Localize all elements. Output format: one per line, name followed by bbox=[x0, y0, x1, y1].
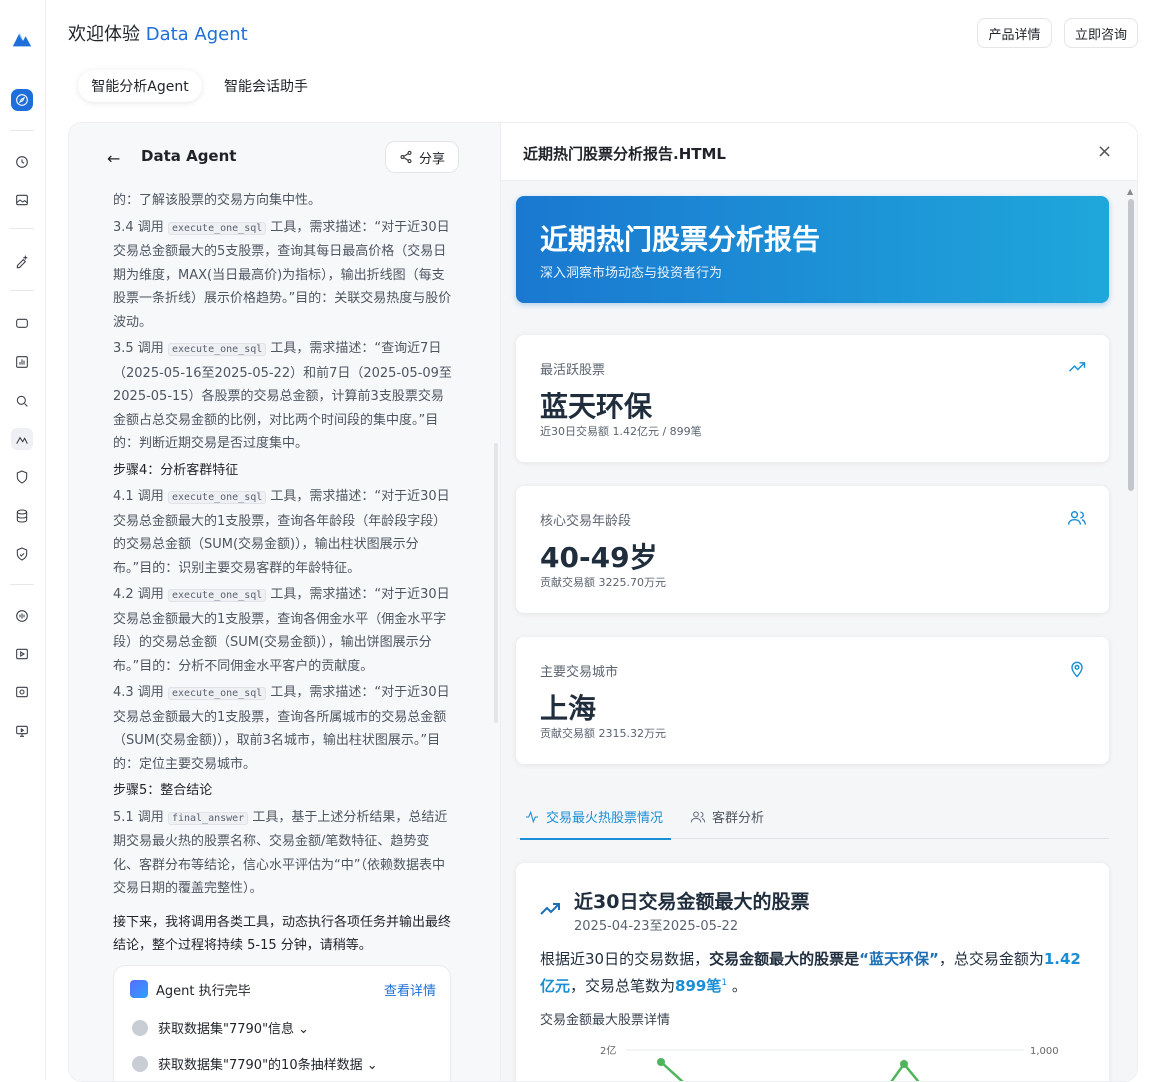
monitor-icon[interactable] bbox=[11, 720, 33, 742]
kpi-sub: 贡献交易额 2315.32万元 bbox=[540, 727, 666, 740]
search-icon[interactable] bbox=[11, 390, 33, 412]
main-panel: ← Data Agent 分享 的：了解该股票的交易方向集中性。 3.4 调用 … bbox=[68, 122, 1138, 1082]
y-right-tick: 1,000 bbox=[1030, 1046, 1059, 1057]
pen-plus-icon[interactable] bbox=[11, 250, 33, 272]
page-title: 欢迎体验 Data Agent bbox=[68, 20, 248, 46]
left-scrollbar[interactable] bbox=[494, 443, 498, 723]
kpi-sub: 贡献交易额 3225.70万元 bbox=[540, 576, 666, 589]
series-line bbox=[660, 1061, 684, 1081]
compass-app-icon[interactable] bbox=[11, 89, 33, 111]
security-scan-icon[interactable] bbox=[11, 543, 33, 565]
shield-icon[interactable] bbox=[11, 466, 33, 488]
task-item-1[interactable]: 获取数据集"7790"信息 ⌄ bbox=[158, 1018, 309, 1037]
card-summary: 根据近30日的交易数据，交易金额最大的股票是“蓝天环保”，总交易金额为1.42亿… bbox=[540, 950, 1081, 995]
product-detail-button[interactable]: 产品详情 bbox=[977, 18, 1052, 48]
agent-done-label: Agent 执行完毕 bbox=[156, 984, 251, 999]
kpi-label: 主要交易城市 bbox=[540, 665, 619, 680]
trend-up-icon bbox=[1067, 357, 1087, 377]
kpi-value: 蓝天环保 bbox=[540, 390, 653, 423]
agent-done-icon bbox=[130, 980, 148, 998]
users-icon bbox=[1067, 508, 1087, 528]
location-pin-icon bbox=[1067, 659, 1087, 679]
share-label: 分享 bbox=[418, 151, 445, 167]
y-left-tick: 2亿 bbox=[600, 1044, 616, 1057]
consult-button[interactable]: 立即咨询 bbox=[1064, 18, 1138, 48]
trend-up-icon bbox=[540, 903, 560, 915]
report-file-title: 近期热门股票分析报告.HTML bbox=[523, 145, 726, 163]
tab-hot-stock[interactable]: 交易最火热股票情况 bbox=[519, 807, 672, 840]
check-circle-icon bbox=[132, 1056, 148, 1072]
report-tabs: 交易最火热股票情况 客群分析 bbox=[516, 801, 1109, 840]
report-body: 近期热门股票分析报告 深入洞察市场动态与投资者行为 最活跃股票 蓝天环保 近30… bbox=[501, 181, 1137, 1081]
banner-title: 近期热门股票分析报告 bbox=[540, 223, 821, 256]
tab-analysis-agent[interactable]: 智能分析Agent bbox=[78, 70, 202, 102]
tab-customer-analysis[interactable]: 客群分析 bbox=[690, 807, 764, 826]
view-detail-link[interactable]: 查看详情 bbox=[384, 980, 436, 999]
detail-chart: 2亿 1,000 bbox=[600, 1044, 1059, 1081]
share-button[interactable]: 分享 bbox=[385, 141, 459, 173]
kpi-value: 40-49岁 bbox=[540, 541, 658, 574]
agent-log-pane: ← Data Agent 分享 的：了解该股票的交易方向集中性。 3.4 调用 … bbox=[69, 123, 501, 1081]
kpi-sub: 近30日交易额 1.42亿元 / 899笔 bbox=[540, 425, 702, 438]
top-stock-card: 近30日交易金额最大的股票 2025-04-23至2025-05-22 根据近3… bbox=[516, 863, 1109, 1081]
users-icon bbox=[690, 810, 706, 822]
video-search-icon[interactable] bbox=[11, 681, 33, 703]
share-icon bbox=[400, 150, 412, 164]
report-pane: 近期热门股票分析报告.HTML × 近期热门股票分析报告 深入洞察市场动态与投资… bbox=[501, 123, 1137, 1081]
chat-icon[interactable] bbox=[11, 313, 33, 335]
title-prefix: 欢迎体验 bbox=[68, 24, 140, 45]
activity-icon bbox=[526, 810, 538, 823]
kpi-label: 最活跃股票 bbox=[540, 363, 606, 378]
task-item-2[interactable]: 获取数据集"7790"的10条抽样数据 ⌄ bbox=[158, 1054, 378, 1073]
kpi-value: 上海 bbox=[540, 692, 597, 725]
kpi-card: 主要交易城市 上海 贡献交易额 2315.32万元 bbox=[516, 637, 1109, 764]
left-rail bbox=[0, 0, 46, 1080]
title-highlight: Data Agent bbox=[145, 24, 248, 45]
right-scrollbar[interactable]: ▲ bbox=[1127, 181, 1135, 1081]
tab-chat-assistant[interactable]: 智能会话助手 bbox=[214, 70, 318, 102]
data-agent-icon[interactable] bbox=[11, 428, 33, 450]
bar-chart-icon[interactable] bbox=[11, 351, 33, 373]
report-header: 近期热门股票分析报告.HTML × bbox=[501, 123, 1137, 181]
history-icon[interactable] bbox=[11, 151, 33, 173]
data-point bbox=[900, 1060, 908, 1068]
close-icon[interactable]: × bbox=[1097, 141, 1112, 162]
image-edit-icon[interactable] bbox=[11, 189, 33, 211]
app-logo-icon[interactable] bbox=[11, 28, 33, 50]
kpi-card: 最活跃股票 蓝天环保 近30日交易额 1.42亿元 / 899笔 bbox=[516, 335, 1109, 462]
chart-label: 交易金额最大股票详情 bbox=[540, 1013, 671, 1028]
video-play-icon[interactable] bbox=[11, 643, 33, 665]
kpi-card: 核心交易年龄段 40-49岁 贡献交易额 3225.70万元 bbox=[516, 486, 1109, 613]
card-title: 近30日交易金额最大的股票 bbox=[574, 891, 810, 913]
agent-status-card: Agent 执行完毕 查看详情 获取数据集"7790"信息 ⌄ 获取数据集"77… bbox=[113, 965, 451, 1081]
kpi-label: 核心交易年龄段 bbox=[540, 514, 632, 529]
database-icon[interactable] bbox=[11, 505, 33, 527]
card-date: 2025-04-23至2025-05-22 bbox=[574, 919, 739, 934]
back-arrow-icon[interactable]: ← bbox=[107, 149, 120, 168]
check-circle-icon bbox=[132, 1020, 148, 1036]
agent-header: ← Data Agent 分享 bbox=[69, 123, 501, 185]
data-point bbox=[657, 1058, 665, 1066]
audio-icon[interactable] bbox=[11, 605, 33, 627]
agent-name: Data Agent bbox=[141, 147, 237, 165]
banner-subtitle: 深入洞察市场动态与投资者行为 bbox=[540, 266, 723, 281]
agent-steps-text: 的：了解该股票的交易方向集中性。 3.4 调用 execute_one_sql … bbox=[113, 193, 452, 953]
report-banner: 近期热门股票分析报告 深入洞察市场动态与投资者行为 bbox=[516, 196, 1109, 303]
